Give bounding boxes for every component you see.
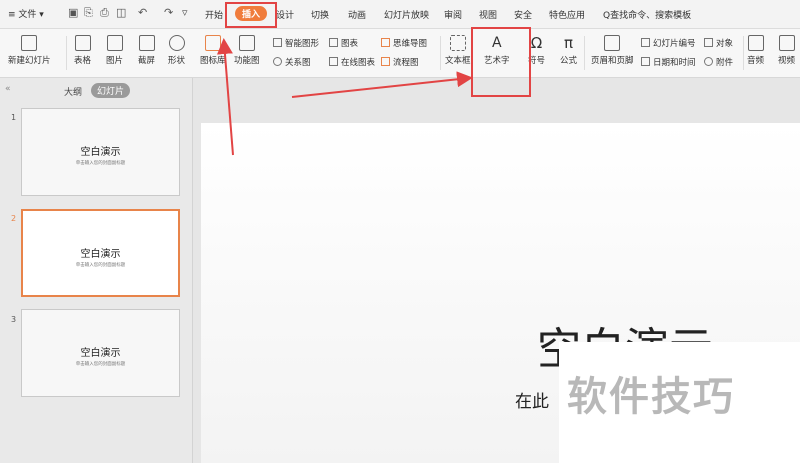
annotation-arrows bbox=[216, 38, 473, 156]
arrow-to-art-text bbox=[291, 71, 473, 98]
arrow-to-insert-tab bbox=[216, 38, 234, 156]
